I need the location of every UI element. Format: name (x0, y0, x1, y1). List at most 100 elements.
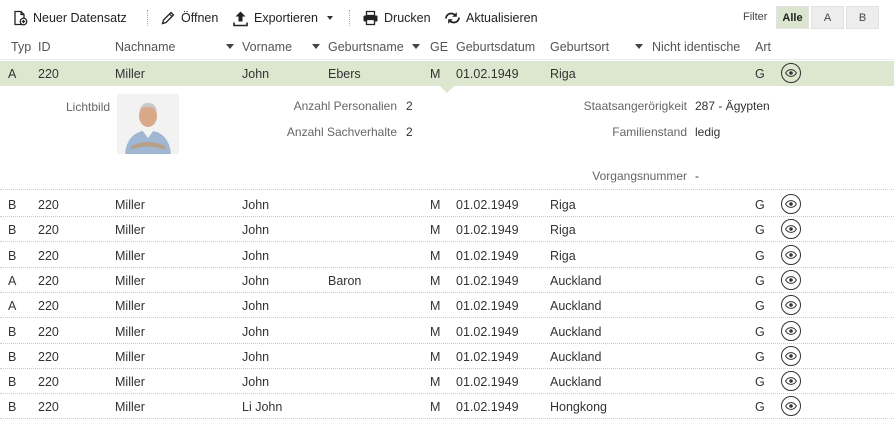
table-row[interactable]: B 220 Miller John M 01.02.1949 Riga G (0, 192, 894, 217)
anzahl-personalien-value: 2 (406, 99, 413, 113)
column-filter-icon[interactable] (312, 44, 320, 49)
column-filter-icon[interactable] (226, 44, 234, 49)
eye-icon (785, 222, 797, 236)
chevron-down-icon (326, 16, 333, 20)
familienstand-label: Familienstand (612, 125, 687, 139)
cell-geburtsdatum: 01.02.1949 (456, 273, 519, 288)
filter-all-button[interactable]: Alle (776, 6, 809, 29)
vorgangsnummer-label: Vorgangsnummer (592, 169, 687, 183)
view-details-button[interactable] (781, 244, 801, 265)
open-button[interactable]: Öffnen (160, 8, 218, 28)
view-details-button[interactable] (781, 194, 801, 214)
cell-ge: M (430, 248, 441, 263)
column-header-ge[interactable]: GE (430, 40, 448, 54)
cell-ge: M (430, 375, 441, 390)
table-row[interactable]: A 220 Miller John M 01.02.1949 Auckland G (0, 293, 894, 319)
refresh-button[interactable]: Aktualisieren (444, 8, 538, 28)
cell-id: 220 (38, 375, 59, 390)
view-details-button[interactable] (781, 269, 801, 290)
cell-art: G (755, 273, 765, 288)
column-header-art[interactable]: Art (755, 40, 771, 54)
table-row[interactable]: B 220 Miller John M 01.02.1949 Riga G (0, 217, 894, 243)
photo-label: Lichtbild (66, 100, 111, 114)
cell-typ: B (8, 349, 17, 364)
cell-art: G (755, 375, 765, 390)
table-row[interactable]: A 220 Miller John Baron M 01.02.1949 Auckland G (0, 268, 894, 293)
refresh-icon (444, 10, 461, 26)
view-details-button[interactable] (781, 396, 801, 417)
view-details-button[interactable] (781, 63, 801, 83)
cell-art: G (755, 248, 765, 263)
cell-geburtsdatum: 01.02.1949 (456, 67, 519, 81)
cell-vorname: John (242, 375, 270, 390)
cell-id: 220 (38, 248, 59, 263)
export-label: Exportieren (254, 11, 318, 25)
view-details-button[interactable] (781, 345, 801, 366)
column-header-geburtsort[interactable]: Geburtsort (550, 40, 609, 54)
cell-nachname: Miller (115, 299, 145, 314)
print-label: Drucken (384, 11, 431, 25)
new-document-icon (12, 10, 28, 26)
cell-ge: M (430, 198, 441, 212)
cell-geburtsort: Auckland (550, 349, 602, 364)
table-row[interactable]: B 220 Miller John M 01.02.1949 Riga G (0, 243, 894, 268)
cell-typ: A (8, 67, 17, 81)
column-header-geburtsdatum[interactable]: Geburtsdatum (456, 40, 535, 54)
column-header-vorname[interactable]: Vorname (242, 40, 292, 54)
cell-ge: M (430, 349, 441, 364)
table-row[interactable]: B 220 Miller John M 01.02.1949 Auckland G (0, 319, 894, 344)
column-header-nachname[interactable]: Nachname (115, 40, 175, 54)
eye-icon (785, 324, 797, 338)
cell-geburtsdatum: 01.02.1949 (456, 198, 519, 212)
new-record-button[interactable]: Neuer Datensatz (12, 8, 127, 28)
eye-icon (785, 399, 797, 413)
refresh-label: Aktualisieren (466, 11, 538, 25)
cell-nachname: Miller (115, 248, 145, 263)
print-button[interactable]: Drucken (362, 8, 431, 28)
cell-ge: M (430, 299, 441, 314)
toolbar: Neuer Datensatz Öffnen Exportieren Druck… (0, 0, 894, 34)
cell-geburtsdatum: 01.02.1949 (456, 248, 519, 263)
staatsangehoerigkeit-value: 287 - Ägypten (695, 99, 770, 113)
open-label: Öffnen (181, 11, 219, 25)
filter-b-button[interactable]: B (846, 6, 879, 29)
cell-typ: B (8, 375, 17, 390)
cell-geburtsdatum: 01.02.1949 (456, 349, 519, 364)
view-details-button[interactable] (781, 371, 801, 392)
table-row-selected[interactable]: A 220 Miller John Ebers M 01.02.1949 Rig… (0, 61, 894, 86)
table-row[interactable]: B 220 Miller John M 01.02.1949 Auckland G (0, 344, 894, 369)
table-row[interactable]: B 220 Miller John M 01.02.1949 Auckland G (0, 369, 894, 395)
eye-icon (785, 374, 797, 388)
cell-typ: B (8, 324, 17, 339)
column-header-geburtsname[interactable]: Geburtsname (328, 40, 404, 54)
cell-id: 220 (38, 198, 59, 212)
cell-vorname: John (242, 67, 270, 81)
column-header-nicht-identische[interactable]: Nicht identische (652, 40, 740, 54)
table-row[interactable]: B 220 Miller Li John M 01.02.1949 Hongkong G (0, 394, 894, 420)
column-header-id[interactable]: ID (38, 40, 51, 54)
eye-icon (785, 248, 797, 262)
anzahl-sachverhalte-value: 2 (406, 125, 413, 139)
cell-geburtsdatum: 01.02.1949 (456, 223, 519, 238)
view-details-button[interactable] (781, 295, 801, 316)
cell-typ: A (8, 273, 17, 288)
column-filter-icon[interactable] (635, 44, 643, 49)
cell-vorname: John (242, 273, 270, 288)
cell-nachname: Miller (115, 324, 145, 339)
filter-a-button[interactable]: A (811, 6, 844, 29)
printer-icon (362, 10, 379, 26)
cell-geburtsort: Riga (550, 248, 576, 263)
column-header-typ[interactable]: Typ (11, 40, 31, 54)
filter-label: Filter (743, 11, 768, 23)
cell-art: G (755, 223, 765, 238)
view-details-button[interactable] (781, 320, 801, 341)
cell-vorname: John (242, 223, 270, 238)
cell-nachname: Miller (115, 400, 145, 415)
export-button[interactable]: Exportieren (232, 8, 333, 28)
view-details-button[interactable] (781, 219, 801, 240)
eye-icon (785, 273, 797, 287)
cell-geburtsdatum: 01.02.1949 (456, 299, 519, 314)
cell-id: 220 (38, 299, 59, 314)
column-filter-icon[interactable] (412, 44, 420, 49)
eye-icon (785, 349, 797, 363)
